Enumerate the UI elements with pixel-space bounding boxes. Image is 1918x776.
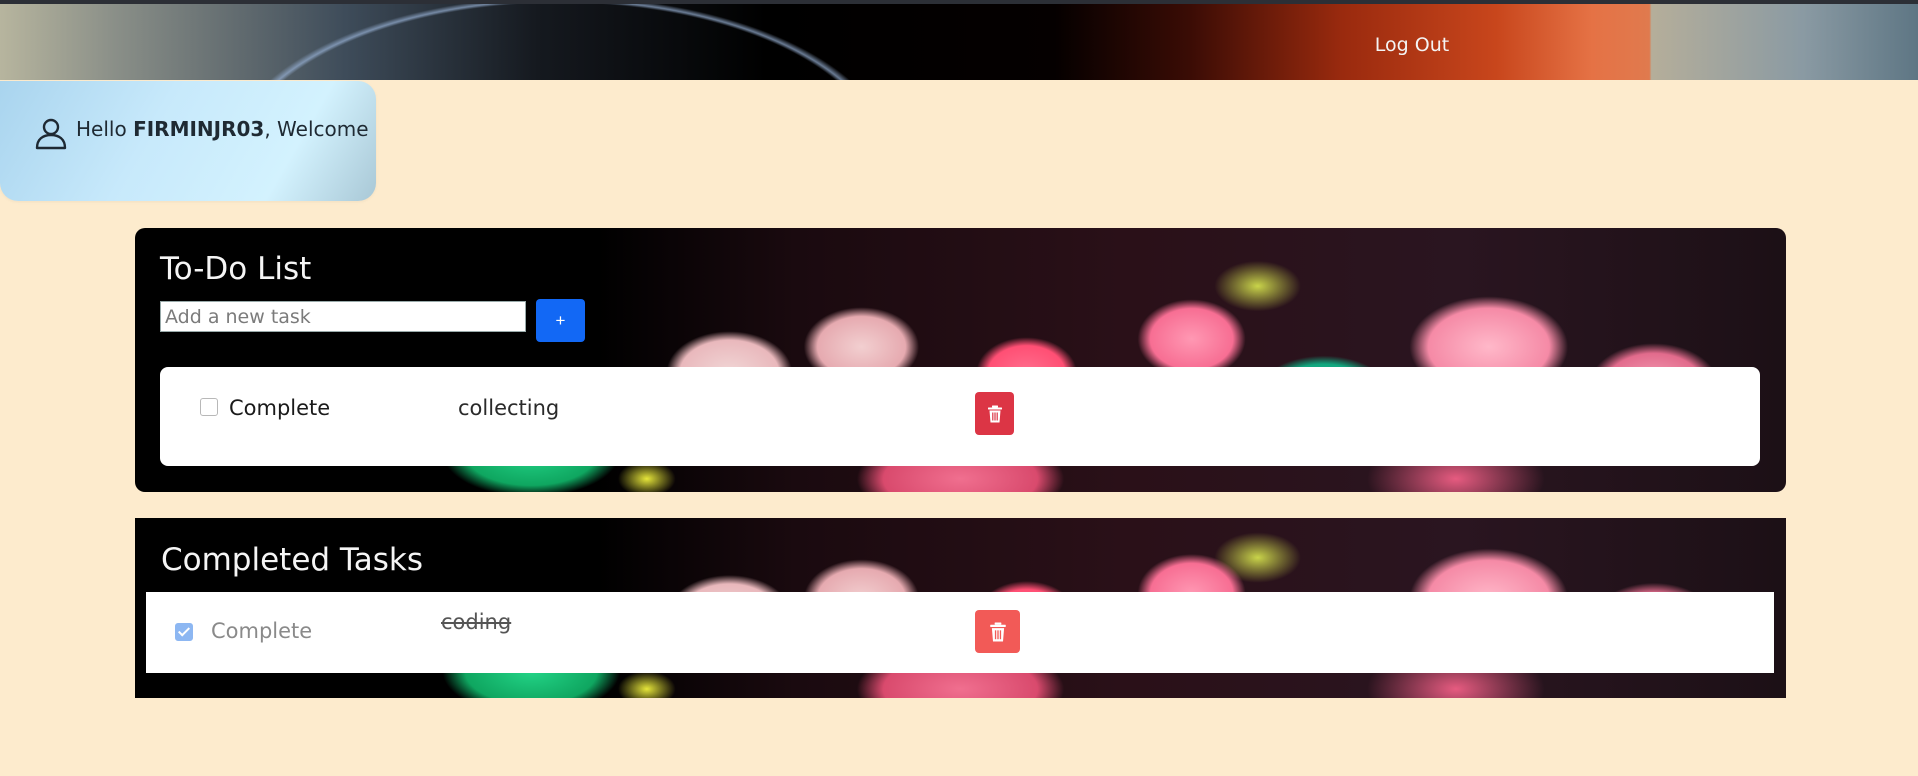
completed-task-row: Complete coding xyxy=(146,592,1774,673)
greeting-hello: Hello xyxy=(76,117,134,141)
new-task-input[interactable] xyxy=(160,301,526,332)
completed-title: Completed Tasks xyxy=(161,542,423,578)
header-bar: Log Out xyxy=(0,4,1918,80)
task-complete-checkbox[interactable] xyxy=(200,398,218,416)
task-row: Complete collecting xyxy=(160,367,1760,466)
logout-button[interactable]: Log Out xyxy=(1372,34,1452,56)
welcome-greeting: Hello FIRMINJR03, Welcome xyxy=(76,117,369,141)
greeting-suffix: , Welcome xyxy=(264,117,369,141)
completed-card: Completed Tasks Complete coding xyxy=(135,518,1786,698)
completed-task-text: coding xyxy=(441,610,512,634)
completed-task-checkbox[interactable] xyxy=(175,623,193,641)
task-text: collecting xyxy=(458,396,560,420)
welcome-panel: Hello FIRMINJR03, Welcome xyxy=(0,81,376,201)
trash-icon xyxy=(987,405,1002,422)
user-icon xyxy=(35,118,67,150)
todo-title: To-Do List xyxy=(160,251,312,287)
add-task-button[interactable]: + xyxy=(536,299,585,342)
delete-completed-task-button[interactable] xyxy=(975,610,1020,653)
todo-card: To-Do List + Complete collecting xyxy=(135,228,1786,492)
completed-task-complete-label: Complete xyxy=(211,619,313,643)
task-complete-label: Complete xyxy=(229,396,331,420)
delete-task-button[interactable] xyxy=(975,392,1014,435)
username: FIRMINJR03 xyxy=(133,117,265,141)
trash-icon xyxy=(989,622,1006,641)
